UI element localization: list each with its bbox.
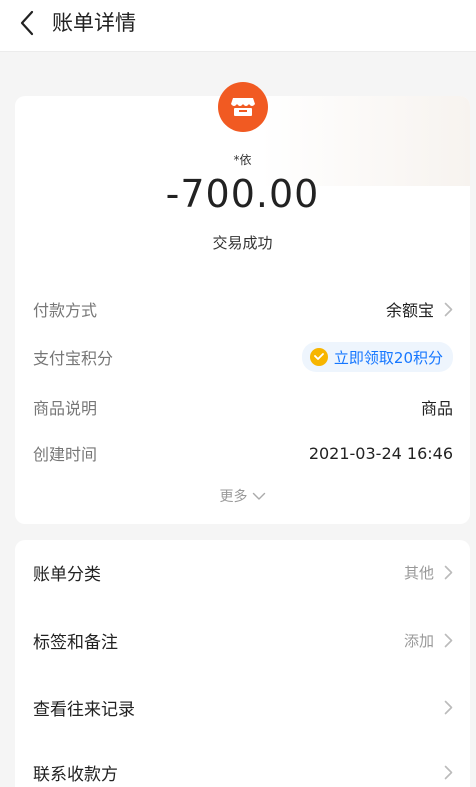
- row-label: 标签和备注: [33, 632, 118, 653]
- row-label: 账单分类: [33, 564, 101, 585]
- bill-actions-card: 账单分类 其他 标签和备注 添加 查看往来记录 联系收款方: [15, 540, 470, 787]
- payment-method-row[interactable]: 付款方式 余额宝: [33, 294, 453, 324]
- view-history-row[interactable]: 查看往来记录: [33, 687, 453, 727]
- alipay-points-row: 支付宝积分 立即领取20积分: [33, 342, 453, 372]
- row-value: 其他: [403, 563, 434, 582]
- transaction-status: 交易成功: [212, 234, 273, 252]
- row-label: 商品说明: [33, 399, 98, 418]
- store-icon: [218, 82, 268, 132]
- claim-points-label: 立即领取20积分: [333, 348, 443, 367]
- contact-payee-row[interactable]: 联系收款方: [33, 752, 453, 787]
- coin-icon: [309, 348, 328, 366]
- back-button[interactable]: [10, 6, 44, 40]
- bill-category-row[interactable]: 账单分类 其他: [33, 552, 453, 592]
- nav-bar: 账单详情: [0, 0, 476, 52]
- row-value: 添加: [403, 631, 434, 650]
- more-toggle[interactable]: 更多: [15, 486, 470, 506]
- chevron-right-icon: [444, 565, 453, 580]
- row-label: 支付宝积分: [33, 349, 114, 368]
- row-label: 联系收款方: [33, 764, 118, 785]
- chevron-down-icon: [252, 492, 266, 501]
- page-title: 账单详情: [52, 11, 136, 35]
- row-label: 付款方式: [33, 301, 98, 320]
- row-label: 创建时间: [33, 445, 98, 464]
- payee-name: *依: [233, 153, 252, 167]
- claim-points-button[interactable]: 立即领取20积分: [301, 342, 453, 372]
- chevron-right-icon: [444, 302, 453, 317]
- product-description-row: 商品说明 商品: [33, 392, 453, 422]
- row-value: 余额宝: [385, 301, 434, 320]
- chevron-right-icon: [444, 700, 453, 715]
- amount-text: -700.00: [165, 172, 320, 216]
- chevron-right-icon: [444, 633, 453, 648]
- chevron-right-icon: [444, 765, 453, 780]
- created-time-row: 创建时间 2021-03-24 16:46: [33, 438, 453, 468]
- row-label: 查看往来记录: [33, 699, 135, 720]
- row-value: 2021-03-24 16:46: [308, 443, 453, 463]
- bill-summary-card: *依 -700.00 交易成功 付款方式 余额宝 支付宝积分 立即领取20积分 …: [15, 96, 470, 524]
- more-label: 更多: [219, 489, 248, 505]
- chevron-left-icon: [20, 10, 34, 36]
- row-value: 商品: [420, 399, 453, 418]
- tags-notes-row[interactable]: 标签和备注 添加: [33, 620, 453, 660]
